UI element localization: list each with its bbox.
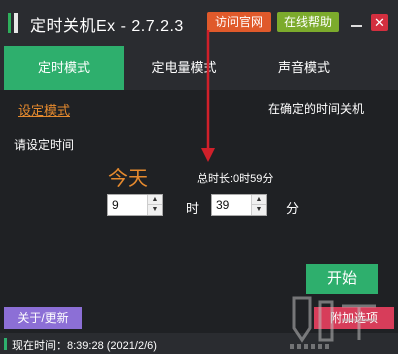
minimize-icon[interactable] (350, 14, 364, 30)
minute-unit-label: 分 (286, 201, 300, 216)
extra-options-button[interactable]: 附加选项 (314, 307, 394, 329)
minute-input[interactable] (212, 195, 252, 215)
close-icon[interactable]: ✕ (371, 14, 388, 31)
status-indicator (4, 338, 7, 350)
day-label[interactable]: 今天 (108, 162, 148, 191)
chevron-down-icon[interactable]: ▼ (252, 205, 266, 215)
hour-unit-label: 时 (186, 201, 200, 216)
hour-stepper[interactable]: ▲ ▼ (107, 194, 163, 216)
tab-battery-mode[interactable]: 定电量模式 (124, 46, 244, 90)
online-help-button[interactable]: 在线帮助 (277, 12, 339, 32)
current-time-status: 现在时间：8:39:28 (2021/2/6) (12, 340, 157, 352)
timer-panel: 设定模式 在确定的时间关机 请设定时间 今天 总时长:0时59分 ▲ ▼ 时 ▲… (4, 90, 394, 302)
chevron-down-icon[interactable]: ▼ (148, 205, 162, 215)
set-time-prompt: 请设定时间 (14, 138, 75, 152)
set-mode-link[interactable]: 设定模式 (18, 100, 70, 119)
tab-timer-mode[interactable]: 定时模式 (4, 46, 124, 90)
chevron-up-icon[interactable]: ▲ (148, 195, 162, 205)
app-window: 定时关机Ex - 2.7.2.3 访问官网 在线帮助 ✕ 定时模式 定电量模式 … (0, 0, 398, 354)
title-bar: 定时关机Ex - 2.7.2.3 访问官网 在线帮助 ✕ (0, 0, 398, 46)
mode-tabs: 定时模式 定电量模式 声音模式 (0, 46, 398, 90)
minute-stepper[interactable]: ▲ ▼ (211, 194, 267, 216)
hour-input[interactable] (108, 195, 148, 215)
app-title: 定时关机Ex - 2.7.2.3 (30, 18, 184, 35)
tab-sound-mode[interactable]: 声音模式 (244, 46, 364, 90)
visit-website-button[interactable]: 访问官网 (207, 12, 271, 32)
status-bar: 现在时间：8:39:28 (2021/2/6) (0, 333, 398, 354)
about-update-button[interactable]: 关于/更新 (4, 307, 82, 329)
chevron-up-icon[interactable]: ▲ (252, 195, 266, 205)
app-logo-icon (8, 13, 20, 33)
mode-description[interactable]: 在确定的时间关机 (268, 100, 364, 117)
start-button[interactable]: 开始 (306, 264, 378, 294)
total-duration: 总时长:0时59分 (197, 173, 274, 185)
